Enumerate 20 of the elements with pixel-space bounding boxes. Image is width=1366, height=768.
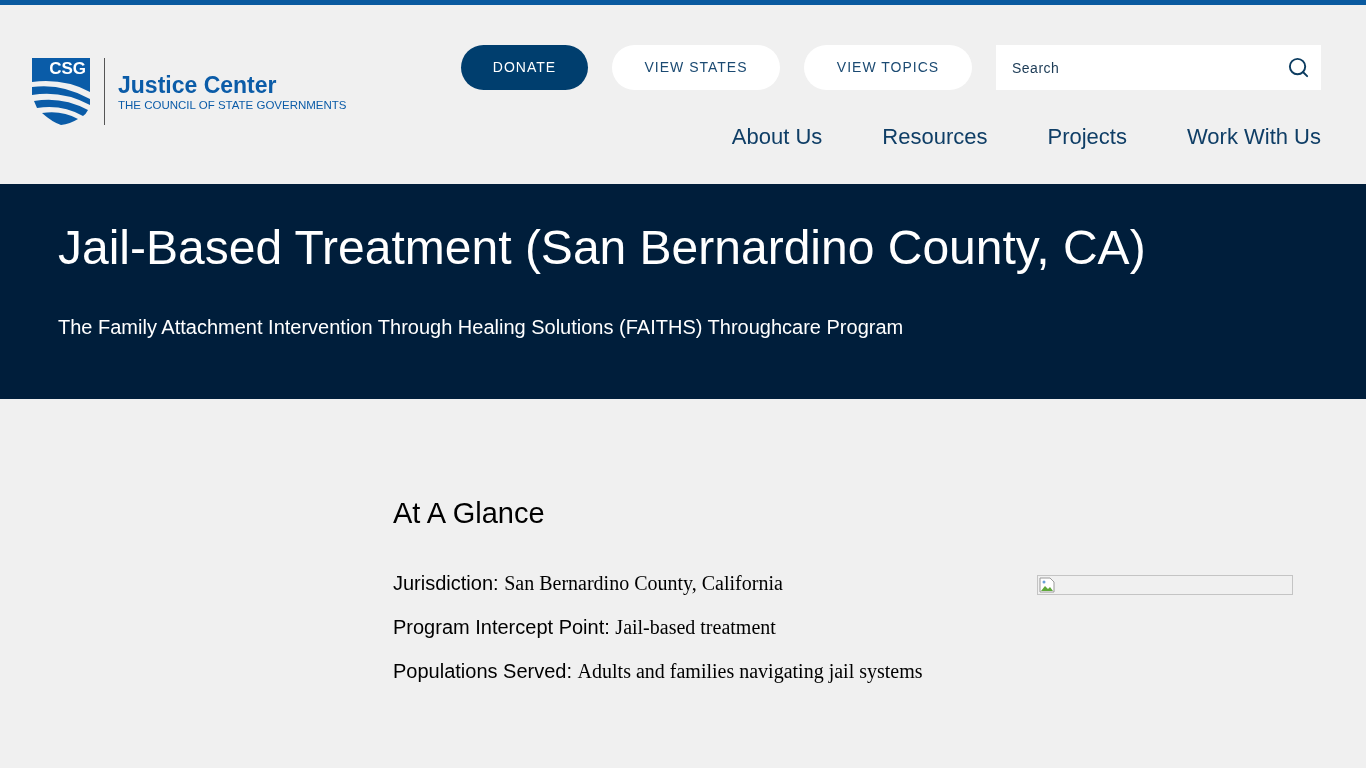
logo-title: Justice Center (118, 71, 278, 98)
nav-link[interactable]: Projects (1047, 124, 1127, 150)
header-button[interactable]: VIEW STATES (612, 45, 780, 90)
nav-link[interactable]: Work With Us (1186, 124, 1321, 150)
section-heading: At A Glance (393, 496, 546, 531)
fact-row: Populations Served: Adults and families navigating jail systems (393, 659, 923, 683)
search-icon[interactable] (1287, 56, 1310, 79)
broken-image-icon (1039, 577, 1055, 593)
shield-logo-icon (32, 58, 90, 125)
fact-row-text: Program Intercept Point: Jail-based treatment (393, 615, 777, 639)
nav-link[interactable]: Resources (882, 124, 988, 150)
donate-button[interactable]: DONATE (461, 45, 588, 90)
logo-mark-text: CSG (49, 59, 86, 79)
logo-tagline: THE COUNCIL OF STATE GOVERNMENTS (118, 97, 347, 112)
nav-link[interactable]: About Us (731, 124, 823, 150)
search-field[interactable]: Search (996, 45, 1321, 90)
header-button[interactable]: VIEW TOPICS (804, 45, 972, 90)
page-title: Jail-Based Treatment (San Bernardino County, CA) (58, 220, 1147, 276)
fact-row-text: Jurisdiction: San Bernardino County, California (393, 571, 784, 595)
page-subtitle: The Family Attachment Intervention Through Healing Solutions (FAITHS) Throughcare Program (58, 315, 905, 339)
